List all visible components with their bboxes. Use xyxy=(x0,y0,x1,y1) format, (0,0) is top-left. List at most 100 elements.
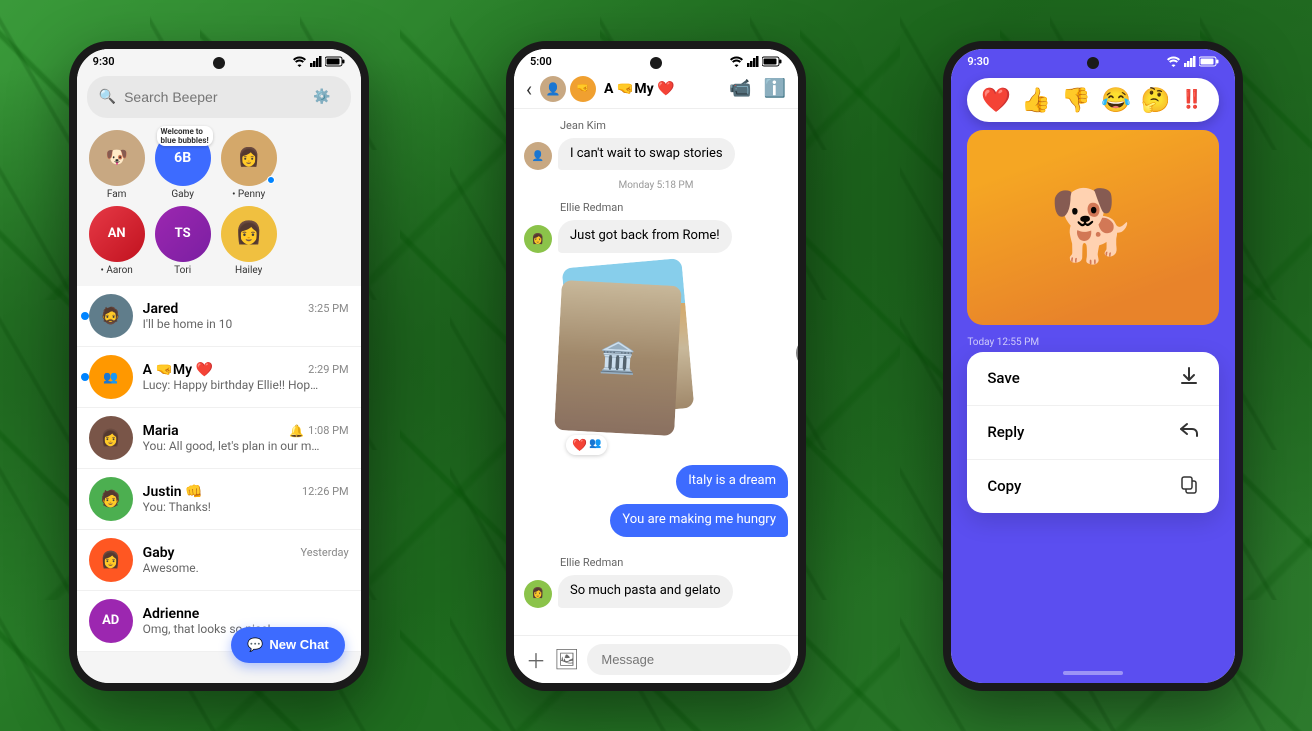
chat-item-gaby[interactable]: 👩 Gaby Yesterday Awesome. xyxy=(77,530,361,591)
story-avatar-hailey[interactable]: 👩 xyxy=(221,206,277,262)
msg-row-ellie1: 👩 Just got back from Rome! xyxy=(524,220,788,253)
add-icon[interactable]: ＋ xyxy=(526,645,546,674)
story-fam[interactable]: 🐶 Fam xyxy=(89,130,145,200)
battery-icon-2 xyxy=(762,56,782,67)
avatar-gaby: 👩 xyxy=(89,538,133,582)
msg-avatar-ellie: 👩 xyxy=(524,225,552,253)
story-gaby[interactable]: 6B Welcome toblue bubbles! Gaby xyxy=(155,130,211,200)
reaction-heart: ❤️ xyxy=(572,438,587,452)
story-label-fam: Fam xyxy=(107,189,127,200)
phone-chat-list: 9:30 🔍 ⚙ xyxy=(69,41,369,691)
reaction-thumbsdown-btn[interactable]: 👎 xyxy=(1061,86,1091,114)
reaction-exclaim-btn[interactable]: ‼️ xyxy=(1181,89,1203,110)
phone-chat-view: 5:00 ‹ xyxy=(506,41,806,691)
chat-preview-justin: You: Thanks! xyxy=(143,500,323,514)
context-reply[interactable]: Reply xyxy=(967,406,1219,460)
group-avatar-2: 🤜 xyxy=(570,76,596,102)
chat-title-area: A 🤜My ❤️ xyxy=(604,81,721,97)
photo-stack[interactable]: 🍹 🏛️ ❤️ 👥 xyxy=(558,263,698,443)
story-tori[interactable]: TS Tori xyxy=(155,206,211,276)
status-icons-1 xyxy=(292,56,345,67)
chat-bubble-icon: 💬 xyxy=(247,637,263,653)
bubble-sent1: Italy is a dream xyxy=(676,465,788,498)
download-button[interactable]: ⬇ xyxy=(796,337,798,369)
chat-item-amy[interactable]: 👥 A 🤜My ❤️ 2:29 PM Lucy: Happy birthday … xyxy=(77,347,361,408)
story-hailey[interactable]: 👩 Hailey xyxy=(221,206,277,276)
photo-timestamp: Today 12:55 PM xyxy=(951,333,1235,352)
avatar-jared: 🧔 xyxy=(89,294,133,338)
chat-time-justin: 12:26 PM xyxy=(302,485,349,498)
search-icon: 🔍 xyxy=(99,89,116,105)
reply-label: Reply xyxy=(987,423,1024,441)
story-avatar-gaby[interactable]: 6B Welcome toblue bubbles! xyxy=(155,130,211,186)
chat-time-jared: 3:25 PM xyxy=(308,302,348,315)
avatar-justin: 🧑 xyxy=(89,477,133,521)
wifi-icon-3 xyxy=(1166,56,1181,67)
story-label-penny: • Penny xyxy=(232,189,265,200)
sender-name-ellie2: Ellie Redman xyxy=(524,556,788,569)
copy-label: Copy xyxy=(987,477,1021,495)
chat-item-maria[interactable]: 👩 Maria 🔔 1:08 PM You: All good, let's p… xyxy=(77,408,361,469)
msg-row-sent2: You are making me hungry Read 5:23 PM xyxy=(524,504,788,550)
avatar-adrienne: AD xyxy=(89,599,133,643)
chat-item-jared[interactable]: 🧔 Jared 3:25 PM I'll be home in 10 xyxy=(77,286,361,347)
group-avatars-area: 👤 🤜 xyxy=(540,76,596,102)
unread-dot-penny xyxy=(267,176,275,184)
message-input-bar: ＋ 🖼 😊 🎤 xyxy=(514,635,798,683)
story-aaron[interactable]: AN • Aaron xyxy=(89,206,145,276)
message-input[interactable] xyxy=(587,644,791,675)
chat-preview-jared: I'll be home in 10 xyxy=(143,317,323,331)
avatar-maria: 👩 xyxy=(89,416,133,460)
chat-item-justin[interactable]: 🧑 Justin 👊 12:26 PM You: Thanks! xyxy=(77,469,361,530)
msg-row-jean: 👤 I can't wait to swap stories xyxy=(524,138,788,171)
copy-icon xyxy=(1179,474,1199,499)
reaction-laugh-btn[interactable]: 😂 xyxy=(1101,86,1131,114)
chat-preview-amy: Lucy: Happy birthday Ellie!! Hope you've… xyxy=(143,378,323,392)
chat-name-maria: Maria xyxy=(143,423,179,439)
reaction-thumbsup-btn[interactable]: 👍 xyxy=(1021,86,1051,114)
image-icon[interactable]: 🖼 xyxy=(554,647,579,671)
reaction-heart-btn[interactable]: ❤️ xyxy=(981,86,1011,114)
settings-icon[interactable]: ⚙️ xyxy=(313,89,330,105)
back-button[interactable]: ‹ xyxy=(526,77,532,101)
story-penny[interactable]: 👩 • Penny xyxy=(221,130,277,200)
signal-icon-2 xyxy=(747,56,759,67)
chat-content-gaby: Gaby Yesterday Awesome. xyxy=(143,545,349,575)
story-avatar-fam[interactable]: 🐶 xyxy=(89,130,145,186)
group-avatar-1: 👤 xyxy=(540,76,566,102)
story-label-hailey: Hailey xyxy=(235,265,262,276)
signal-icon-3 xyxy=(1184,56,1196,67)
camera-notch xyxy=(213,57,225,69)
chat-time-maria: 1:08 PM xyxy=(308,424,348,437)
photo-reactions: ❤️ 👥 xyxy=(566,435,607,455)
bubble-sent2: You are making me hungry xyxy=(610,504,788,537)
home-indicator-3 xyxy=(1063,671,1123,675)
photo-preview[interactable]: 🐕 xyxy=(967,130,1219,325)
story-label-tori: Tori xyxy=(174,265,191,276)
new-chat-label: New Chat xyxy=(269,637,328,652)
msg-row-sent1: Italy is a dream xyxy=(524,465,788,498)
search-input[interactable] xyxy=(124,89,305,105)
info-icon[interactable]: ℹ️ xyxy=(764,78,786,99)
chat-header-bar: ‹ 👤 🤜 A 🤜My ❤️ 📹 ℹ️ xyxy=(514,70,798,109)
status-icons-3 xyxy=(1166,56,1219,67)
reaction-think-btn[interactable]: 🤔 xyxy=(1141,86,1171,114)
chat-content-jared: Jared 3:25 PM I'll be home in 10 xyxy=(143,301,349,331)
chat-header-actions: 📹 ℹ️ xyxy=(729,78,786,99)
context-copy[interactable]: Copy xyxy=(967,460,1219,513)
chat-time-amy: 2:29 PM xyxy=(308,363,348,376)
story-avatar-tori[interactable]: TS xyxy=(155,206,211,262)
story-avatar-penny[interactable]: 👩 xyxy=(221,130,277,186)
new-chat-button[interactable]: 💬 New Chat xyxy=(231,627,344,663)
time-1: 9:30 xyxy=(93,55,115,68)
chat-name-gaby: Gaby xyxy=(143,545,175,561)
context-save[interactable]: Save xyxy=(967,352,1219,406)
unread-dot-jared xyxy=(81,312,89,320)
reply-icon xyxy=(1179,420,1199,445)
chat-preview-maria: You: All good, let's plan in our meeting… xyxy=(143,439,323,453)
photo-card-2: 🏛️ xyxy=(554,280,682,436)
search-bar[interactable]: 🔍 ⚙️ xyxy=(87,76,351,118)
chat-content-amy: A 🤜My ❤️ 2:29 PM Lucy: Happy birthday El… xyxy=(143,362,349,392)
video-icon[interactable]: 📹 xyxy=(729,78,751,99)
story-avatar-aaron[interactable]: AN xyxy=(89,206,145,262)
